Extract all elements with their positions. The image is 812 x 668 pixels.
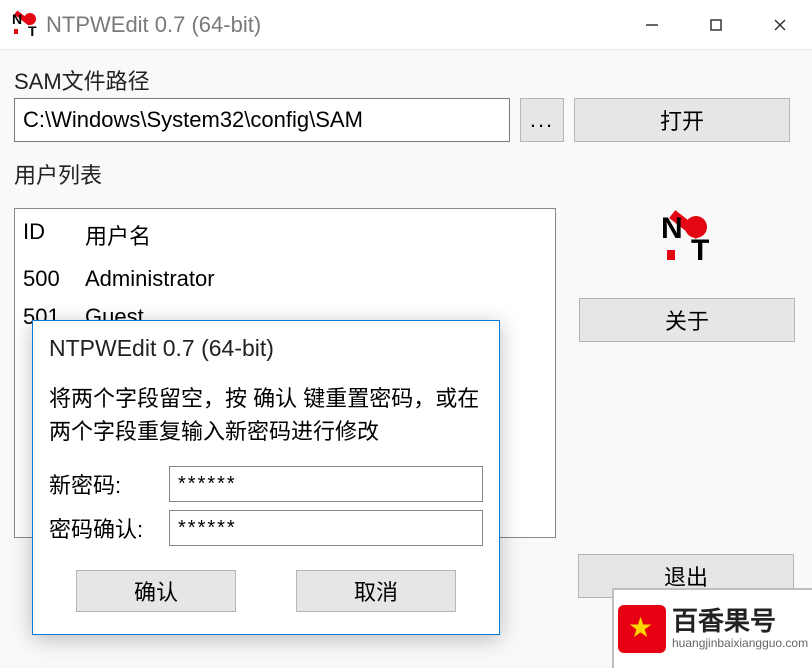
confirm-password-input[interactable] — [169, 510, 483, 546]
close-button[interactable] — [748, 0, 812, 49]
window-title: NTPWEdit 0.7 (64-bit) — [46, 12, 620, 38]
sam-path-input[interactable] — [14, 98, 510, 142]
new-password-label: 新密码: — [49, 468, 159, 500]
cell-id: 500 — [23, 266, 85, 292]
user-list-header: ID 用户名 — [15, 219, 555, 260]
watermark-title: 百香果号 — [672, 608, 808, 634]
cell-name: Administrator — [85, 266, 547, 292]
confirm-password-label: 密码确认: — [49, 512, 159, 544]
app-logo-icon: NT — [657, 214, 717, 270]
column-username: 用户名 — [85, 219, 547, 251]
user-list-label: 用户列表 — [14, 158, 798, 190]
window-controls — [620, 0, 812, 49]
maximize-button[interactable] — [684, 0, 748, 49]
app-icon: NT — [10, 11, 38, 39]
new-password-input[interactable] — [169, 466, 483, 502]
right-column: NT 关于 — [576, 208, 798, 342]
password-dialog: NTPWEdit 0.7 (64-bit) 将两个字段留空，按 确认 键重置密码… — [32, 320, 500, 635]
dialog-message: 将两个字段留空，按 确认 键重置密码，或在两个字段重复输入新密码进行修改 — [33, 370, 499, 452]
cancel-button[interactable]: 取消 — [296, 570, 456, 612]
watermark: ★ 百香果号 huangjinbaixiangguo.com — [612, 588, 812, 668]
new-password-row: 新密码: — [33, 462, 499, 506]
column-id: ID — [23, 219, 85, 251]
path-row: ... 打开 — [14, 98, 798, 142]
open-button[interactable]: 打开 — [574, 98, 790, 142]
sam-path-label: SAM文件路径 — [14, 64, 798, 96]
dialog-buttons: 确认 取消 — [33, 550, 499, 634]
confirm-password-row: 密码确认: — [33, 506, 499, 550]
dialog-title: NTPWEdit 0.7 (64-bit) — [33, 321, 499, 370]
browse-button[interactable]: ... — [520, 98, 564, 142]
titlebar: NT NTPWEdit 0.7 (64-bit) — [0, 0, 812, 50]
watermark-url: huangjinbaixiangguo.com — [672, 636, 808, 650]
table-row[interactable]: 500 Administrator — [15, 260, 555, 298]
minimize-button[interactable] — [620, 0, 684, 49]
ok-button[interactable]: 确认 — [76, 570, 236, 612]
about-button[interactable]: 关于 — [579, 298, 795, 342]
watermark-text: 百香果号 huangjinbaixiangguo.com — [672, 608, 808, 650]
watermark-icon: ★ — [618, 605, 666, 653]
